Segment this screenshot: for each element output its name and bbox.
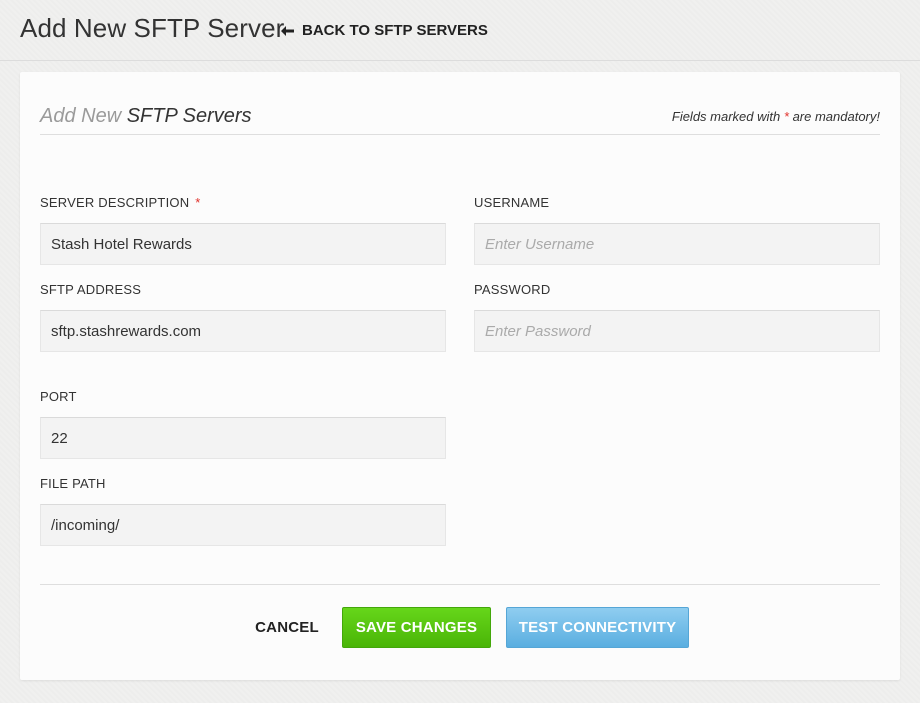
sftp-address-input[interactable] [40,310,446,352]
port-input[interactable] [40,417,446,459]
footer-divider [40,584,880,585]
arrow-left-icon [281,25,294,36]
mandatory-star: * [783,109,789,124]
server-description-field: SERVER DESCRIPTION * [40,194,446,265]
file-path-input[interactable] [40,504,446,546]
sftp-address-field: SFTP ADDRESS [40,281,446,352]
sftp-address-label: SFTP ADDRESS [40,282,142,297]
back-link-label: BACK TO SFTP SERVERS [302,22,488,39]
username-label: USERNAME [474,195,550,210]
form-heading-dark: SFTP Servers [126,105,252,127]
cancel-button[interactable]: CANCEL [232,607,342,648]
form-heading-light: Add New [40,105,122,127]
form-heading-row: Add New SFTP Servers Fields marked with … [40,105,880,135]
password-field: PASSWORD [474,281,880,352]
password-input[interactable] [474,310,880,352]
port-label: PORT [40,389,77,404]
file-path-label: FILE PATH [40,476,106,491]
server-description-label: SERVER DESCRIPTION [40,195,190,210]
port-field: PORT [40,388,446,459]
required-star: * [195,195,201,210]
test-connectivity-button[interactable]: TEST CONNECTIVITY [506,607,689,648]
save-changes-button[interactable]: SAVE CHANGES [342,607,491,648]
back-to-sftp-servers-link[interactable]: BACK TO SFTP SERVERS [281,22,488,39]
mandatory-note: Fields marked with * are mandatory! [672,109,880,124]
sftp-form-card: Add New SFTP Servers Fields marked with … [20,72,900,680]
username-input[interactable] [474,223,880,265]
form-heading: Add New SFTP Servers [40,105,252,128]
file-path-field: FILE PATH [40,475,446,546]
server-description-input[interactable] [40,223,446,265]
page-header: Add New SFTP Server BACK TO SFTP SERVERS [0,0,920,61]
mandatory-note-post: are mandatory! [792,109,880,124]
page-title: Add New SFTP Server [20,13,285,43]
mandatory-note-pre: Fields marked with [671,109,781,124]
password-label: PASSWORD [474,282,551,297]
username-field: USERNAME [474,194,880,265]
